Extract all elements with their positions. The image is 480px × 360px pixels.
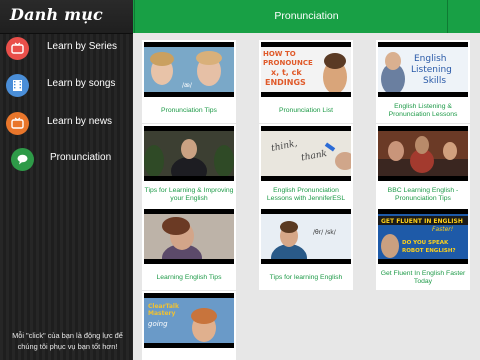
sidebar-item-learn-by-news[interactable]: Learn by news [0, 106, 133, 142]
svg-text:x, t, ck: x, t, ck [271, 68, 302, 77]
thumbnail-text: /θr/ /sk/ [313, 229, 337, 236]
svg-text:DO YOU SPEAK: DO YOU SPEAK [402, 240, 449, 246]
video-caption: Pronunciation Tips [161, 106, 217, 114]
thumbnail-image: ClearTalk Mastery going [144, 298, 234, 343]
video-thumbnail: ClearTalk Mastery going [144, 293, 234, 348]
video-caption: Tips for learning English [269, 273, 343, 281]
svg-text:GET FLUENT IN ENGLISH: GET FLUENT IN ENGLISH [381, 218, 463, 225]
sidebar-title: Danh mục [10, 5, 103, 24]
video-caption: Pronunciation List [278, 106, 334, 114]
tv-icon [6, 37, 29, 60]
thumbnail-image [378, 131, 468, 176]
video-thumbnail: English Listening Skills [378, 42, 468, 97]
svg-text:going: going [148, 320, 168, 328]
video-card[interactable]: BBC Learning English - Pronunciation Tip… [376, 124, 470, 207]
video-thumbnail: /θr/ /sk/ [261, 209, 351, 264]
video-thumbnail: /æ/ [144, 42, 234, 97]
video-caption: English Listening & Pronunciation Lesson… [388, 102, 458, 118]
video-caption: Learning English Tips [156, 273, 222, 281]
sidebar-item-pronunciation[interactable]: Pronunciation [0, 142, 133, 178]
video-caption [143, 350, 235, 360]
thumbnail-image [144, 131, 234, 176]
video-card[interactable]: HOW TO PRONOUNCE x, t, ck ENDINGS Pronun… [259, 40, 353, 123]
svg-text:ENDINGS: ENDINGS [265, 78, 306, 87]
sidebar-footer-message: Mỗi "click" của bạn là động lực để chúng… [2, 330, 133, 352]
svg-text:Skills: Skills [423, 76, 446, 86]
film-icon [6, 74, 29, 97]
video-card[interactable]: Learning English Tips [142, 207, 236, 290]
svg-text:Listening: Listening [411, 65, 452, 75]
sidebar-item-label: Learn by songs [47, 78, 116, 89]
sidebar-item-label: Learn by news [47, 116, 113, 127]
video-caption: Get Fluent In English Faster Today [380, 269, 466, 285]
sidebar-header: Danh mục [0, 0, 133, 34]
svg-text:Faster!: Faster! [432, 226, 453, 233]
thumbnail-image: HOW TO PRONOUNCE x, t, ck ENDINGS [261, 47, 351, 92]
video-thumbnail [144, 126, 234, 181]
video-caption: BBC Learning English - Pronunciation Tip… [387, 186, 459, 202]
video-caption: English Pronunciation Lessons with Jenni… [266, 186, 346, 202]
sidebar-item-label: Learn by Series [47, 41, 118, 52]
thumbnail-image [144, 214, 234, 259]
svg-text:English: English [414, 54, 447, 64]
sidebar: Danh mục Learn by Series Learn by songs … [0, 0, 133, 360]
video-thumbnail: GET FLUENT IN ENGLISH Faster! DO YOU SPE… [378, 209, 468, 264]
svg-text:PRONOUNCE: PRONOUNCE [263, 59, 313, 67]
video-card[interactable]: Tips for Learning & Improving your Engli… [142, 124, 236, 207]
video-card[interactable]: /æ/ Pronunciation Tips [142, 40, 236, 123]
video-thumbnail [378, 126, 468, 181]
video-thumbnail: think, thank [261, 126, 351, 181]
footer-line: Mỗi "click" của bạn là động lực để [12, 331, 123, 340]
video-card[interactable]: ClearTalk Mastery going [142, 291, 236, 360]
thumbnail-image: think, thank [261, 131, 351, 176]
sidebar-item-learn-by-songs[interactable]: Learn by songs [0, 68, 133, 104]
video-card[interactable]: think, thank English Pronunciation Lesso… [259, 124, 353, 207]
video-card[interactable]: /θr/ /sk/ Tips for learning English [259, 207, 353, 290]
video-caption: Tips for Learning & Improving your Engli… [144, 186, 234, 202]
footer-line: chúng tôi phục vụ bạn tốt hơn! [17, 342, 118, 351]
tv-icon [6, 112, 29, 135]
video-card[interactable]: English Listening Skills English Listeni… [376, 40, 470, 123]
chat-bubble-icon [11, 148, 34, 171]
sidebar-item-learn-by-series[interactable]: Learn by Series [0, 31, 133, 67]
thumbnail-image: GET FLUENT IN ENGLISH Faster! DO YOU SPE… [378, 214, 468, 259]
video-grid: /æ/ Pronunciation Tips HOW TO PRONOUNCE … [133, 33, 480, 360]
svg-text:HOW TO: HOW TO [263, 50, 296, 58]
svg-text:Mastery: Mastery [148, 310, 175, 317]
video-thumbnail: HOW TO PRONOUNCE x, t, ck ENDINGS [261, 42, 351, 97]
thumbnail-image: /æ/ [144, 47, 234, 92]
page-title: Pronunciation [274, 10, 339, 22]
video-card[interactable]: GET FLUENT IN ENGLISH Faster! DO YOU SPE… [376, 207, 470, 290]
video-thumbnail [144, 209, 234, 264]
header-bar: Pronunciation [133, 0, 480, 33]
thumbnail-image: /θr/ /sk/ [261, 214, 351, 259]
sidebar-item-label: Pronunciation [50, 152, 112, 163]
thumbnail-text: /æ/ [182, 82, 193, 89]
svg-text:ROBOT ENGLISH?: ROBOT ENGLISH? [402, 248, 456, 254]
thumbnail-image: English Listening Skills [378, 47, 468, 92]
svg-text:ClearTalk: ClearTalk [148, 303, 180, 310]
